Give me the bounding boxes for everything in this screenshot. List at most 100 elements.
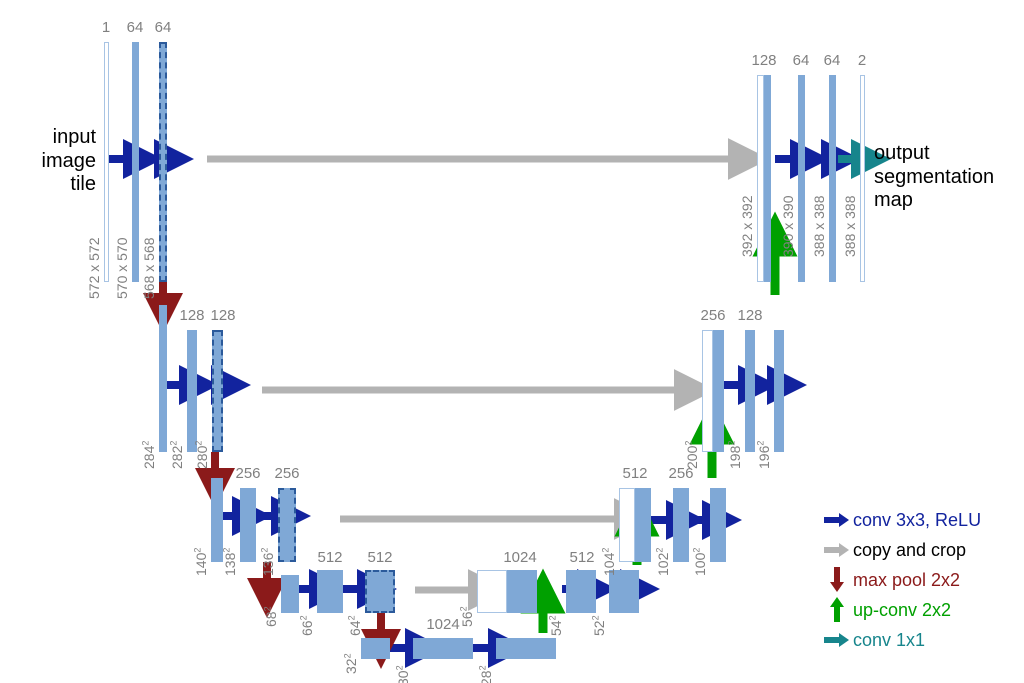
right-arrow-icon	[824, 537, 850, 563]
copied-features-half	[757, 75, 764, 282]
channels-encoder-l1-3: 64	[154, 19, 172, 36]
bar-encoder-l1-2	[132, 42, 139, 282]
channels-decoder-l3-1: 512	[622, 465, 648, 482]
copied-features-half	[619, 488, 635, 562]
legend-label-maxpool: max pool 2x2	[853, 570, 961, 590]
channels-decoder-l1-2: 64	[792, 52, 810, 69]
bar-decoder-l4-1	[477, 570, 537, 613]
channels-decoder-l4-1: 1024	[503, 549, 537, 566]
bar-bottleneck-1	[361, 638, 390, 659]
legend-item-upconv[interactable]: up-conv 2x2	[824, 595, 1024, 625]
size-encoder-l3-1: 1402	[192, 547, 209, 576]
legend-item-maxpool[interactable]: max pool 2x2	[824, 565, 1024, 595]
bar-decoder-l2-3	[774, 330, 784, 452]
channels-decoder-l2-2: 128	[737, 307, 763, 324]
bar-decoder-l1-4	[860, 75, 865, 282]
bar-decoder-l2-1	[702, 330, 724, 452]
bar-decoder-l1-3	[829, 75, 836, 282]
bar-decoder-l1-1	[757, 75, 771, 282]
channels-decoder-l4-2: 512	[569, 549, 595, 566]
down-arrow-icon	[824, 567, 850, 593]
size-encoder-l2-1: 2842	[140, 440, 157, 469]
bar-decoder-l4-3	[609, 570, 639, 613]
size-encoder-l4-3: 642	[346, 615, 363, 636]
output-map-label: output segmentation map	[874, 142, 995, 212]
upsampled-features-half	[764, 75, 771, 282]
legend-item-conv1x1[interactable]: conv 1x1	[824, 625, 1024, 655]
size-decoder-l4-2: 542	[547, 615, 564, 636]
channels-decoder-l1-3: 64	[823, 52, 841, 69]
size-decoder-l4-1: 562	[458, 606, 475, 627]
size-decoder-l1-1: 392 x 392	[739, 195, 755, 258]
copied-features-half	[477, 570, 507, 613]
bar-encoder-l2-1	[159, 305, 167, 452]
legend-label-conv3x3: conv 3x3, ReLU	[853, 510, 982, 530]
legend-label-upconv: up-conv 2x2	[853, 600, 952, 620]
size-decoder-l1-3: 388 x 388	[811, 195, 827, 258]
legend-label-copy-crop: copy and crop	[853, 540, 967, 560]
bar-encoder-l4-2	[317, 570, 343, 613]
unet-diagram: 1 64 64 572 x 572 570 x 570 568 x 568 12…	[0, 0, 1024, 683]
upsampled-features-half	[713, 330, 724, 452]
bar-encoder-l1-1	[104, 42, 109, 282]
size-decoder-l2-2: 1982	[726, 440, 743, 469]
bar-bottleneck-3	[496, 638, 556, 659]
size-bottleneck-1: 322	[342, 653, 359, 674]
upsampled-features-half	[507, 570, 537, 613]
size-decoder-l4-3: 522	[590, 615, 607, 636]
bar-decoder-l3-1	[619, 488, 651, 562]
size-encoder-l1-2: 570 x 570	[114, 237, 130, 300]
input-tile-label: input image tile	[41, 126, 96, 196]
bar-decoder-l3-3	[710, 488, 726, 562]
channels-encoder-l2-2: 128	[179, 307, 205, 324]
size-decoder-l3-2: 1022	[654, 547, 671, 576]
size-encoder-l2-2: 2822	[168, 440, 185, 469]
size-decoder-l3-3: 1002	[691, 547, 708, 576]
channels-encoder-l4-3: 512	[367, 549, 393, 566]
bar-encoder-l3-3	[278, 488, 296, 562]
size-decoder-l1-2: 390 x 390	[780, 195, 796, 258]
bar-encoder-l3-2	[240, 488, 256, 562]
up-arrow-icon	[824, 597, 850, 623]
channels-encoder-l4-2: 512	[317, 549, 343, 566]
legend-item-copy-crop[interactable]: copy and crop	[824, 535, 1024, 565]
legend-item-conv3x3[interactable]: conv 3x3, ReLU	[824, 505, 1024, 535]
bar-decoder-l4-2	[566, 570, 596, 613]
size-encoder-l4-1: 682	[262, 606, 279, 627]
bar-encoder-l4-1	[281, 575, 299, 613]
bar-decoder-l2-2	[745, 330, 755, 452]
bar-encoder-l4-3	[365, 570, 395, 613]
right-arrow-icon	[824, 507, 850, 533]
channels-decoder-l2-1: 256	[700, 307, 726, 324]
size-encoder-l2-3: 2802	[193, 440, 210, 469]
bar-encoder-l2-3	[212, 330, 223, 452]
channels-encoder-l3-3: 256	[274, 465, 300, 482]
copied-features-half	[702, 330, 713, 452]
size-encoder-l3-3: 1362	[259, 547, 276, 576]
bar-bottleneck-2	[413, 638, 473, 659]
bar-encoder-l1-3	[159, 42, 167, 282]
channels-encoder-l1-1: 1	[101, 19, 111, 36]
channels-bottleneck-2: 1024	[426, 616, 460, 633]
channels-encoder-l3-2: 256	[235, 465, 261, 482]
size-decoder-l3-1: 1042	[600, 547, 617, 576]
bar-decoder-l3-2	[673, 488, 689, 562]
right-arrow-icon	[824, 627, 850, 653]
legend: conv 3x3, ReLU copy and crop max pool 2x…	[824, 505, 1024, 655]
legend-label-conv1x1: conv 1x1	[853, 630, 926, 650]
size-bottleneck-3: 282	[477, 665, 494, 683]
size-encoder-l3-2: 1382	[221, 547, 238, 576]
size-decoder-l2-3: 1962	[755, 440, 772, 469]
channels-encoder-l1-2: 64	[126, 19, 144, 36]
size-decoder-l1-4: 388 x 388	[842, 195, 858, 258]
channels-encoder-l2-3: 128	[210, 307, 236, 324]
size-bottleneck-2: 302	[394, 665, 411, 683]
bar-encoder-l2-2	[187, 330, 197, 452]
size-encoder-l1-3: 568 x 568	[141, 237, 157, 300]
upsampled-features-half	[635, 488, 651, 562]
channels-decoder-l1-1: 128	[751, 52, 777, 69]
bar-decoder-l1-2	[798, 75, 805, 282]
channels-decoder-l1-4: 2	[857, 52, 867, 69]
size-decoder-l2-1: 2002	[683, 440, 700, 469]
size-encoder-l4-2: 662	[298, 615, 315, 636]
